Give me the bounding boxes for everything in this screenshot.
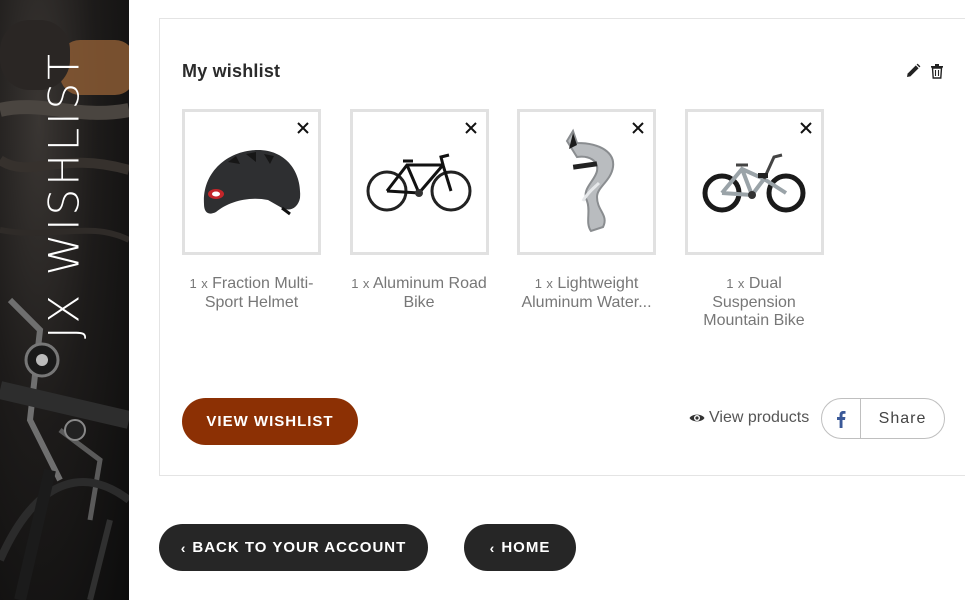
view-products-link[interactable]: View products [689, 409, 809, 427]
close-icon[interactable] [297, 122, 309, 134]
back-to-account-label: BACK TO YOUR ACCOUNT [192, 539, 407, 556]
home-button[interactable]: ‹ HOME [464, 524, 576, 571]
back-to-account-button[interactable]: ‹ BACK TO YOUR ACCOUNT [159, 524, 428, 571]
product-item: 1 x Dual Suspension Mountain Bike [684, 109, 824, 331]
facebook-icon [837, 410, 846, 428]
product-name[interactable]: 1 x Aluminum Road Bike [350, 275, 489, 312]
close-icon[interactable] [464, 122, 477, 134]
wishlist-title: My wishlist [182, 61, 281, 81]
mountain-bike-image [702, 153, 806, 213]
home-label: HOME [501, 539, 551, 556]
product-name[interactable]: 1 x Dual Suspension Mountain Bike [685, 275, 824, 331]
pencil-icon[interactable] [905, 63, 921, 79]
helmet-image [203, 150, 300, 216]
wishlist-products: 1 x Fraction Multi-Sport Helmet 1 x Alum… [182, 109, 852, 331]
road-bike-image [366, 153, 472, 212]
eye-icon [689, 414, 705, 422]
close-icon[interactable] [632, 122, 644, 134]
wishlist-actions [905, 63, 945, 79]
product-thumbnail[interactable] [517, 109, 656, 255]
product-item: 1 x Lightweight Aluminum Water... [517, 109, 656, 331]
chevron-left-icon: ‹ [489, 539, 496, 556]
product-name[interactable]: 1 x Fraction Multi-Sport Helmet [182, 275, 321, 312]
product-item: 1 x Fraction Multi-Sport Helmet [182, 109, 321, 331]
bottle-cage-image [565, 128, 614, 233]
product-thumbnail[interactable] [684, 109, 824, 255]
wishlist-card: My wishlist 1 x Fraction Multi-Sport Hel… [159, 18, 965, 476]
chevron-left-icon: ‹ [180, 539, 187, 556]
view-products-label: View products [709, 409, 810, 426]
product-item: 1 x Aluminum Road Bike [349, 109, 489, 331]
product-thumbnail[interactable] [182, 109, 321, 255]
share-label: Share [878, 409, 927, 427]
side-banner: JX WISHLIST [0, 0, 129, 600]
facebook-icon-wrap [822, 399, 861, 438]
view-wishlist-button[interactable]: VIEW WISHLIST [182, 398, 358, 445]
product-name[interactable]: 1 x Lightweight Aluminum Water... [517, 275, 656, 312]
trash-icon[interactable] [929, 63, 945, 79]
page-banner-title: JX WISHLIST [39, 51, 89, 339]
share-button[interactable]: Share [821, 398, 945, 439]
close-icon[interactable] [799, 122, 812, 134]
product-thumbnail[interactable] [349, 109, 489, 255]
